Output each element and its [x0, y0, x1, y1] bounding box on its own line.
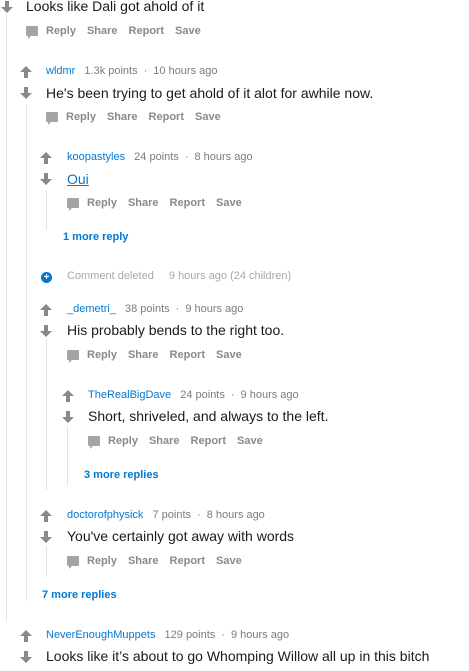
- comment-meta: wldmr 1.3k points · 10 hours ago: [46, 65, 218, 77]
- comment-meta: _demetri_ 38 points · 9 hours ago: [67, 303, 244, 315]
- comment-points: 24 points: [180, 389, 225, 401]
- upvote-arrow-icon[interactable]: [39, 152, 53, 164]
- more-replies-link[interactable]: 1 more reply: [63, 231, 128, 243]
- downvote-arrow-icon[interactable]: [0, 1, 14, 13]
- downvote-arrow-icon[interactable]: [39, 173, 53, 185]
- upvote-arrow-icon[interactable]: [39, 510, 53, 522]
- comment-author[interactable]: doctorofphysick: [67, 509, 143, 521]
- reply-button[interactable]: Reply: [46, 25, 76, 37]
- share-button[interactable]: Share: [128, 197, 159, 209]
- downvote-arrow-icon[interactable]: [19, 651, 33, 663]
- comment-time[interactable]: 9 hours ago: [231, 629, 289, 641]
- upvote-arrow-icon[interactable]: [61, 390, 75, 402]
- downvote-arrow-icon[interactable]: [19, 87, 33, 99]
- downvote-arrow-icon[interactable]: [39, 325, 53, 337]
- share-button[interactable]: Share: [128, 349, 159, 361]
- thread-line[interactable]: [26, 104, 27, 601]
- comment-meta: NeverEnoughMuppets 129 points · 9 hours ag…: [46, 629, 290, 641]
- thread-line[interactable]: [67, 426, 68, 486]
- comment-author[interactable]: TheRealBigDave: [88, 389, 171, 401]
- report-button[interactable]: Report: [170, 349, 205, 361]
- reply-button[interactable]: Reply: [108, 435, 138, 447]
- upvote-arrow-icon[interactable]: [19, 630, 33, 642]
- downvote-arrow-icon[interactable]: [61, 411, 75, 423]
- thread-line[interactable]: [46, 340, 47, 490]
- speech-bubble-icon: [67, 198, 79, 211]
- reply-button[interactable]: Reply: [87, 197, 117, 209]
- comment-points: 129 points: [164, 629, 216, 641]
- report-button[interactable]: Report: [149, 111, 184, 123]
- downvote-arrow-icon[interactable]: [39, 531, 53, 543]
- comment-points: 38 points: [124, 303, 170, 315]
- more-replies-link[interactable]: 3 more replies: [84, 469, 159, 481]
- comment-body: He's been trying to get ahold of it alot…: [46, 85, 374, 101]
- comment-author[interactable]: NeverEnoughMuppets: [46, 629, 155, 641]
- comment-author[interactable]: koopastyles: [67, 151, 125, 163]
- comment-points: 24 points: [134, 151, 179, 163]
- comment-points: 7 points: [152, 509, 192, 521]
- comment-actions: Reply Share Report Save: [67, 555, 253, 569]
- comment-actions: Reply Share Report Save: [67, 349, 253, 363]
- upvote-arrow-icon[interactable]: [39, 304, 53, 316]
- comment-time[interactable]: 9 hours ago: [185, 303, 243, 315]
- comment-body: Looks like it’s about to go Whomping Wil…: [46, 648, 430, 664]
- report-button[interactable]: Report: [191, 435, 226, 447]
- comment-actions: Reply Share Report Save: [88, 435, 274, 449]
- save-button[interactable]: Save: [195, 111, 221, 123]
- speech-bubble-icon: [88, 436, 100, 449]
- thread-line[interactable]: [46, 190, 47, 230]
- reply-button[interactable]: Reply: [66, 111, 96, 123]
- comment-body: You've certainly got away with words: [67, 528, 295, 544]
- save-button[interactable]: Save: [175, 25, 201, 37]
- deleted-time: 9 hours ago (24 children): [168, 270, 292, 282]
- speech-bubble-icon: [67, 556, 79, 569]
- reply-button[interactable]: Reply: [87, 349, 117, 361]
- save-button[interactable]: Save: [216, 349, 242, 361]
- share-button[interactable]: Share: [87, 25, 118, 37]
- comment-time[interactable]: 8 hours ago: [207, 509, 265, 521]
- comment-time[interactable]: 8 hours ago: [194, 151, 252, 163]
- thread-line[interactable]: [6, 14, 7, 621]
- plus-circle-icon[interactable]: +: [41, 272, 52, 283]
- comment-body: Looks like Dali got ahold of it: [26, 0, 205, 14]
- comment-actions: Reply Share Report Save: [46, 111, 232, 125]
- comment-meta: TheRealBigDave 24 points · 9 hours ago: [88, 389, 299, 401]
- comment-meta: doctorofphysick 7 points · 8 hours ago: [67, 509, 265, 521]
- comment-actions: Reply Share Report Save: [26, 25, 212, 39]
- share-button[interactable]: Share: [149, 435, 180, 447]
- report-button[interactable]: Report: [170, 197, 205, 209]
- comment-actions: Reply Share Report Save: [67, 197, 253, 211]
- comment-body: Oui: [67, 171, 89, 187]
- comment-time[interactable]: 9 hours ago: [241, 389, 299, 401]
- comment-time[interactable]: 10 hours ago: [153, 65, 217, 77]
- save-button[interactable]: Save: [237, 435, 263, 447]
- comment-body: Short, shriveled, and always to the left…: [88, 408, 329, 424]
- speech-bubble-icon: [46, 112, 58, 125]
- save-button[interactable]: Save: [216, 197, 242, 209]
- comment-author[interactable]: _demetri_: [67, 303, 116, 315]
- comment-points: 1.3k points: [84, 65, 138, 77]
- comment-meta: koopastyles 24 points · 8 hours ago: [67, 151, 253, 163]
- share-button[interactable]: Share: [107, 111, 138, 123]
- comment-link[interactable]: Oui: [67, 171, 89, 187]
- report-button[interactable]: Report: [129, 25, 164, 37]
- thread-line[interactable]: [46, 546, 47, 576]
- comment-body: His probably bends to the right too.: [67, 322, 285, 338]
- more-replies-link[interactable]: 7 more replies: [42, 589, 117, 601]
- deleted-comment: Comment deleted 9 hours ago (24 children…: [67, 270, 291, 282]
- report-button[interactable]: Report: [170, 555, 205, 567]
- deleted-label: Comment deleted: [67, 270, 154, 282]
- reply-button[interactable]: Reply: [87, 555, 117, 567]
- speech-bubble-icon: [26, 26, 38, 39]
- share-button[interactable]: Share: [128, 555, 159, 567]
- speech-bubble-icon: [67, 350, 79, 363]
- comment-author[interactable]: wldmr: [46, 65, 75, 77]
- upvote-arrow-icon[interactable]: [19, 66, 33, 78]
- save-button[interactable]: Save: [216, 555, 242, 567]
